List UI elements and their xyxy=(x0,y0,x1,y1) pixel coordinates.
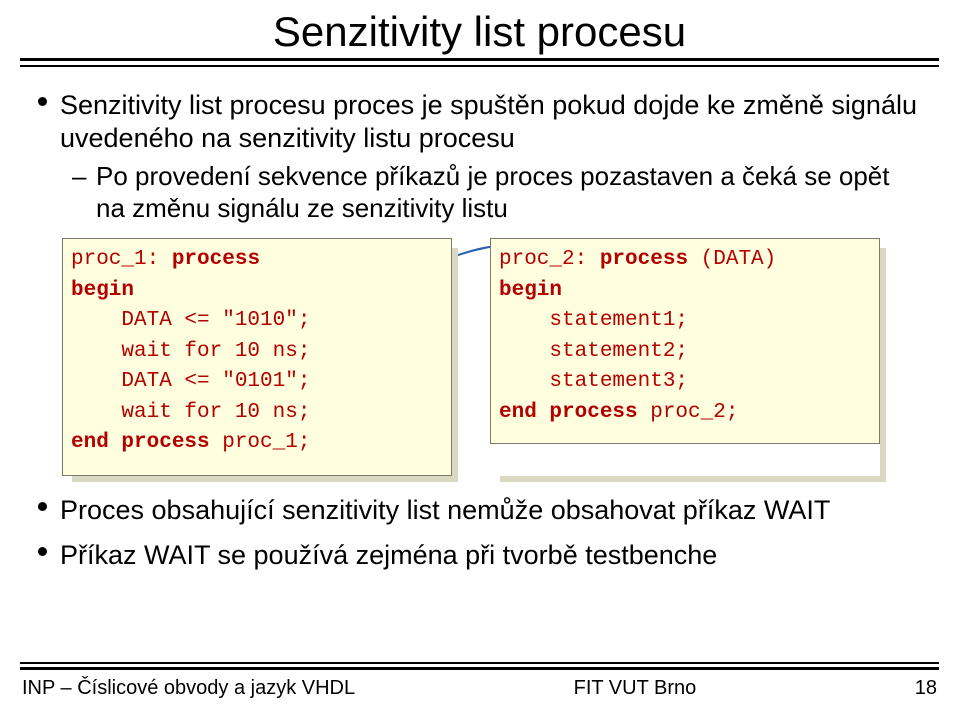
footer-center: FIT VUT Brno xyxy=(574,677,697,700)
bullet-dot-icon xyxy=(38,89,60,155)
footer-page-number: 18 xyxy=(915,677,937,700)
bullet-3: Příkaz WAIT se používá zejména při tvorb… xyxy=(38,539,921,572)
footer-rule xyxy=(20,662,939,670)
bullet-2: Proces obsahující senzitivity list nemůž… xyxy=(38,494,921,527)
title-rule xyxy=(20,58,939,67)
code-left: proc_1: process begin DATA <= "1010"; wa… xyxy=(63,239,451,466)
bullet-dot-icon xyxy=(38,539,60,572)
bullet-1-text: Senzitivity list procesu proces je spušt… xyxy=(60,89,921,155)
code-left-box: proc_1: process begin DATA <= "1010"; wa… xyxy=(62,238,452,476)
slide-title: Senzitivity list procesu xyxy=(0,0,959,58)
code-row: proc_1: process begin DATA <= "1010"; wa… xyxy=(38,238,921,476)
bullet-1: Senzitivity list procesu proces je spušt… xyxy=(38,89,921,155)
bullet-dot-icon xyxy=(38,494,60,527)
bullet-1-sub-text: Po provedení sekvence příkazů je proces … xyxy=(96,161,921,224)
bullet-1-sub: – Po provedení sekvence příkazů je proce… xyxy=(72,161,921,224)
code-right-box: proc_2: process (DATA) begin statement1;… xyxy=(490,238,880,476)
content-area: Senzitivity list procesu proces je spušt… xyxy=(0,67,959,572)
bullet-3-text: Příkaz WAIT se používá zejména při tvorb… xyxy=(60,539,717,572)
footer: INP – Číslicové obvody a jazyk VHDL FIT … xyxy=(22,677,937,700)
code-right: proc_2: process (DATA) begin statement1;… xyxy=(491,239,879,436)
bullet-2-text: Proces obsahující senzitivity list nemůž… xyxy=(60,494,830,527)
footer-left: INP – Číslicové obvody a jazyk VHDL xyxy=(22,677,355,700)
dash-icon: – xyxy=(72,161,96,224)
